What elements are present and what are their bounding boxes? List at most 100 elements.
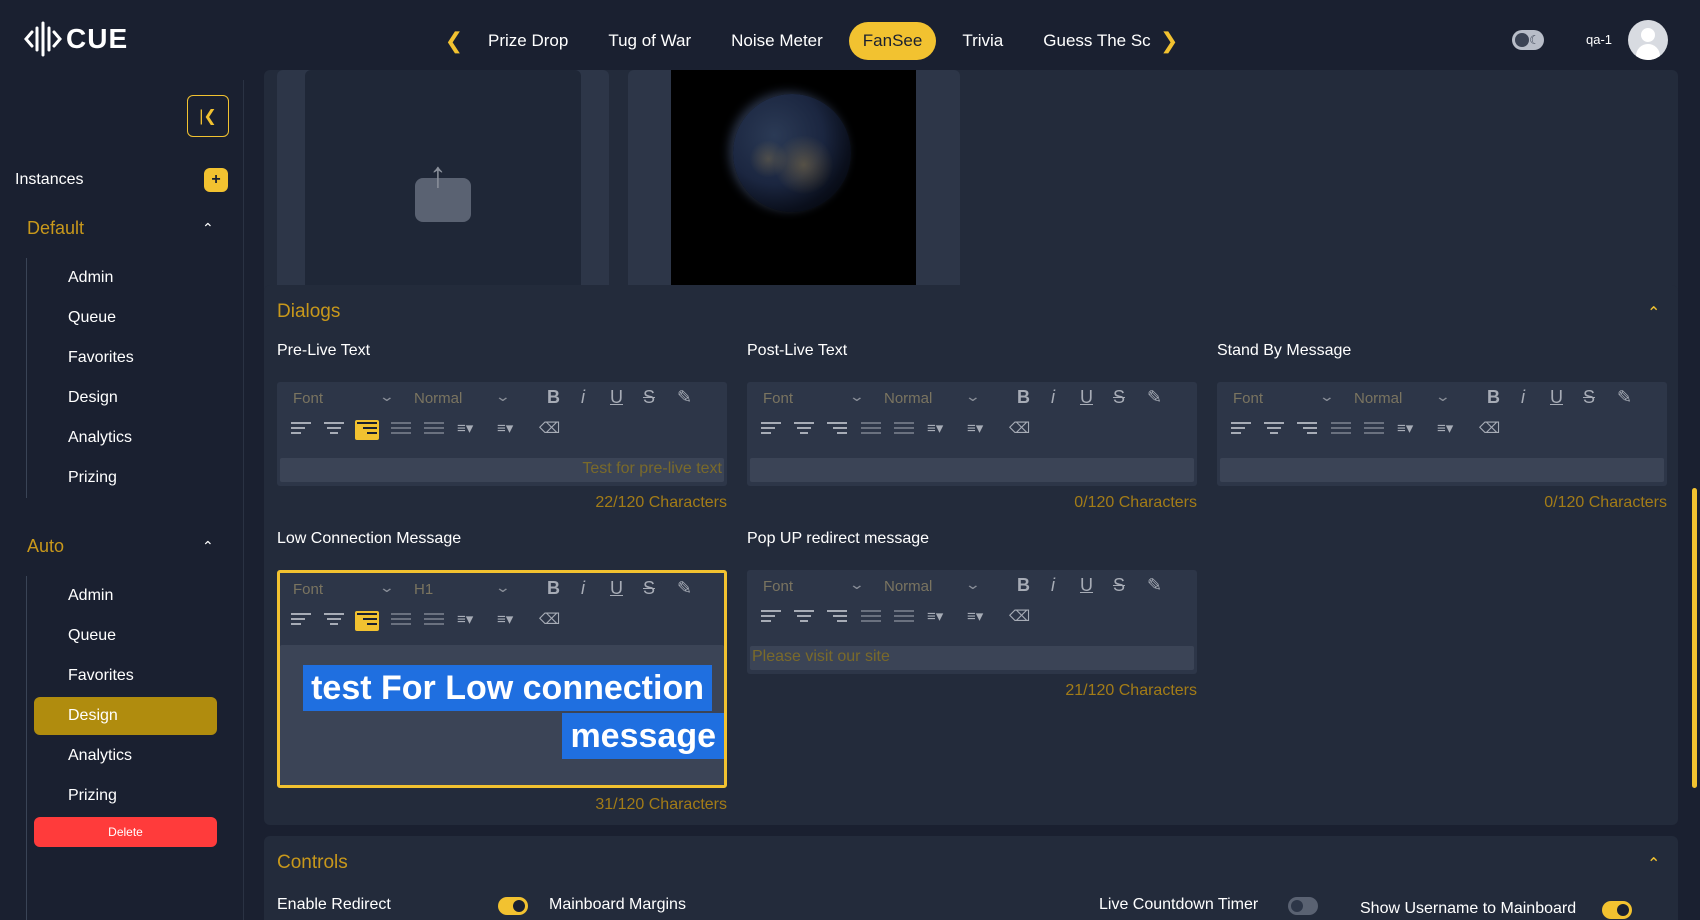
avatar[interactable] bbox=[1628, 20, 1668, 60]
sidebar-item-default-admin[interactable]: Admin bbox=[34, 259, 217, 297]
tab-guess-the-score[interactable]: Guess The Sco bbox=[1029, 22, 1151, 60]
eraser-icon[interactable]: ⌫ bbox=[539, 419, 560, 437]
chevron-down-icon[interactable]: ⌄ bbox=[965, 576, 981, 593]
chevron-up-icon[interactable]: ⌃ bbox=[1647, 303, 1660, 323]
eraser-icon[interactable]: ⌫ bbox=[1009, 419, 1030, 437]
align-right-icon[interactable] bbox=[827, 422, 847, 438]
enable-redirect-toggle[interactable] bbox=[498, 897, 528, 915]
tab-tug-of-war[interactable]: Tug of War bbox=[594, 22, 705, 60]
text-input-popup-redirect[interactable]: Please visit our site bbox=[750, 646, 1194, 670]
group-title-default[interactable]: Default bbox=[27, 218, 84, 239]
tabs-prev-arrow-icon[interactable]: ❮ bbox=[440, 22, 468, 60]
strikethrough-icon[interactable]: S bbox=[643, 578, 655, 599]
upload-dropzone[interactable]: ↑ bbox=[305, 70, 581, 312]
sidebar-item-auto-favorites[interactable]: Favorites bbox=[34, 657, 217, 695]
align-left-icon[interactable] bbox=[291, 422, 311, 438]
tabs-next-arrow-icon[interactable]: ❯ bbox=[1155, 22, 1183, 60]
font-select[interactable]: Font bbox=[1233, 390, 1263, 407]
sidebar-item-default-queue[interactable]: Queue bbox=[34, 299, 217, 337]
ordered-list-icon[interactable]: ≡▾ bbox=[927, 419, 943, 437]
eraser-icon[interactable]: ⌫ bbox=[1479, 419, 1500, 437]
ordered-list-icon[interactable]: ≡▾ bbox=[1397, 419, 1413, 437]
main-scrollbar[interactable] bbox=[1692, 80, 1697, 920]
highlighter-icon[interactable]: ✎ bbox=[1147, 387, 1162, 408]
align-right-icon[interactable] bbox=[355, 611, 379, 631]
highlighter-icon[interactable]: ✎ bbox=[1147, 575, 1162, 596]
underline-icon[interactable]: U bbox=[610, 578, 623, 599]
align-left-icon[interactable] bbox=[761, 422, 781, 438]
underline-icon[interactable]: U bbox=[1080, 387, 1093, 408]
size-select[interactable]: Normal bbox=[884, 578, 932, 595]
font-select[interactable]: Font bbox=[763, 578, 793, 595]
eraser-icon[interactable]: ⌫ bbox=[1009, 607, 1030, 625]
align-center-icon[interactable] bbox=[1264, 422, 1284, 438]
indent-right-icon[interactable] bbox=[894, 610, 914, 626]
align-right-icon[interactable] bbox=[1297, 422, 1317, 438]
align-center-icon[interactable] bbox=[324, 613, 344, 629]
indent-left-icon[interactable] bbox=[861, 610, 881, 626]
eraser-icon[interactable]: ⌫ bbox=[539, 610, 560, 628]
chevron-down-icon[interactable]: ⌄ bbox=[849, 388, 865, 405]
indent-right-icon[interactable] bbox=[894, 422, 914, 438]
bullet-list-icon[interactable]: ≡▾ bbox=[497, 610, 513, 628]
italic-icon[interactable]: i bbox=[1051, 387, 1055, 408]
indent-left-icon[interactable] bbox=[1331, 422, 1351, 438]
text-input-post-live[interactable] bbox=[750, 458, 1194, 482]
sidebar-item-default-design[interactable]: Design bbox=[34, 379, 217, 417]
font-select[interactable]: Font bbox=[293, 390, 323, 407]
sidebar-item-auto-analytics[interactable]: Analytics bbox=[34, 737, 217, 775]
font-select[interactable]: Font bbox=[763, 390, 793, 407]
align-right-icon[interactable] bbox=[827, 610, 847, 626]
logo[interactable]: CUE bbox=[24, 20, 128, 58]
italic-icon[interactable]: i bbox=[1051, 575, 1055, 596]
strikethrough-icon[interactable]: S bbox=[1113, 387, 1125, 408]
bold-icon[interactable]: B bbox=[1017, 575, 1030, 596]
add-instance-button[interactable]: + bbox=[204, 168, 228, 192]
underline-icon[interactable]: U bbox=[1080, 575, 1093, 596]
highlighter-icon[interactable]: ✎ bbox=[1617, 387, 1632, 408]
font-select[interactable]: Font bbox=[293, 581, 323, 598]
sidebar-item-auto-prizing[interactable]: Prizing bbox=[34, 777, 217, 815]
tab-fansee[interactable]: FanSee bbox=[848, 22, 937, 60]
align-center-icon[interactable] bbox=[794, 422, 814, 438]
text-input-pre-live[interactable]: Test for pre-live text bbox=[280, 458, 724, 482]
bold-icon[interactable]: B bbox=[1487, 387, 1500, 408]
chevron-up-icon[interactable]: ⌃ bbox=[1647, 854, 1660, 874]
indent-right-icon[interactable] bbox=[424, 613, 444, 629]
tab-trivia[interactable]: Trivia bbox=[948, 22, 1017, 60]
theme-toggle[interactable]: ☾ bbox=[1512, 30, 1544, 50]
align-center-icon[interactable] bbox=[324, 422, 344, 438]
ordered-list-icon[interactable]: ≡▾ bbox=[927, 607, 943, 625]
align-left-icon[interactable] bbox=[761, 610, 781, 626]
bold-icon[interactable]: B bbox=[1017, 387, 1030, 408]
collapse-sidebar-button[interactable]: |❮ bbox=[187, 95, 229, 137]
chevron-up-icon[interactable]: ⌃ bbox=[202, 220, 214, 237]
bullet-list-icon[interactable]: ≡▾ bbox=[967, 607, 983, 625]
tab-prize-drop[interactable]: Prize Drop bbox=[474, 22, 582, 60]
sidebar-item-auto-admin[interactable]: Admin bbox=[34, 577, 217, 615]
bold-icon[interactable]: B bbox=[547, 578, 560, 599]
sidebar-item-auto-queue[interactable]: Queue bbox=[34, 617, 217, 655]
align-left-icon[interactable] bbox=[291, 613, 311, 629]
strikethrough-icon[interactable]: S bbox=[1583, 387, 1595, 408]
indent-right-icon[interactable] bbox=[1364, 422, 1384, 438]
size-select[interactable]: Normal bbox=[884, 390, 932, 407]
text-input-low-connection[interactable]: test For Low connection message bbox=[280, 645, 724, 785]
sidebar-item-default-favorites[interactable]: Favorites bbox=[34, 339, 217, 377]
indent-left-icon[interactable] bbox=[391, 613, 411, 629]
chevron-down-icon[interactable]: ⌄ bbox=[379, 579, 395, 596]
sidebar-item-default-prizing[interactable]: Prizing bbox=[34, 459, 217, 497]
italic-icon[interactable]: i bbox=[581, 387, 585, 408]
tab-noise-meter[interactable]: Noise Meter bbox=[717, 22, 837, 60]
group-title-auto[interactable]: Auto bbox=[27, 536, 64, 557]
strikethrough-icon[interactable]: S bbox=[643, 387, 655, 408]
highlighter-icon[interactable]: ✎ bbox=[677, 578, 692, 599]
sidebar-item-auto-design[interactable]: Design bbox=[34, 697, 217, 735]
underline-icon[interactable]: U bbox=[1550, 387, 1563, 408]
indent-left-icon[interactable] bbox=[391, 422, 411, 438]
chevron-down-icon[interactable]: ⌄ bbox=[849, 576, 865, 593]
show-username-toggle[interactable] bbox=[1602, 901, 1632, 919]
size-select[interactable]: H1 bbox=[414, 581, 433, 598]
align-left-icon[interactable] bbox=[1231, 422, 1251, 438]
align-right-icon[interactable] bbox=[355, 420, 379, 440]
